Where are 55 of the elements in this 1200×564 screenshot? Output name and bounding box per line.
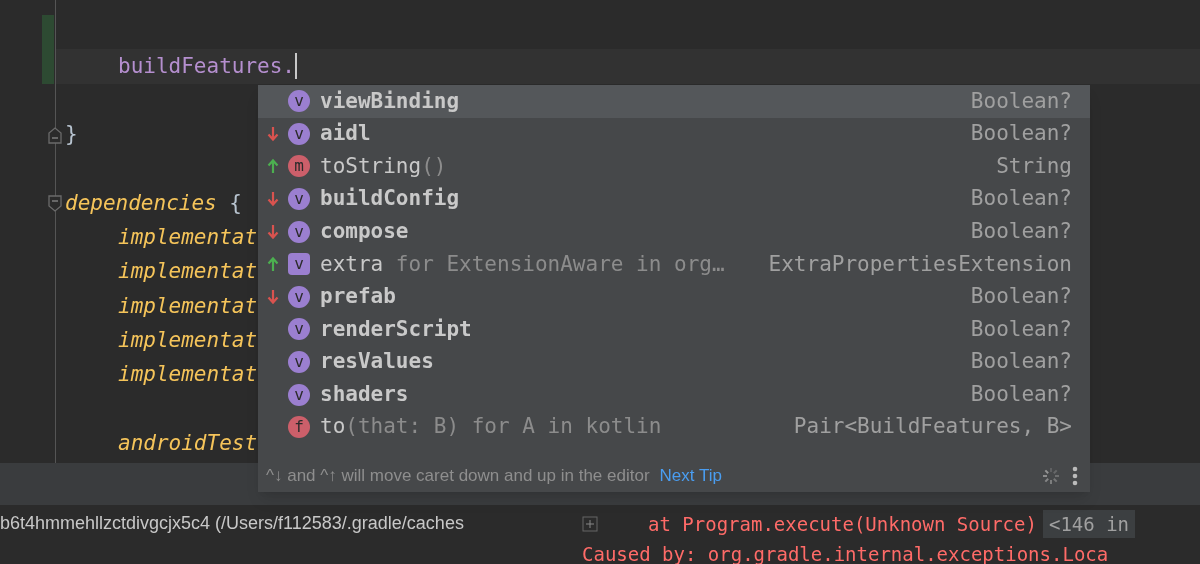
code-line: implementat	[117, 224, 258, 252]
code-line: implementat	[117, 361, 258, 389]
item-name: compose	[320, 217, 409, 245]
item-name: shaders	[320, 380, 409, 408]
expand-icon[interactable]	[582, 516, 598, 532]
code-line: dependencies {	[65, 189, 242, 217]
item-type: Boolean?	[970, 348, 1072, 376]
item-name: buildConfig	[320, 185, 460, 213]
item-type: ExtraPropertiesExtension	[768, 250, 1072, 278]
stack-trace-line: at Program.execute(Unknown Source)	[648, 511, 1037, 537]
item-type: Pair<BuildFeatures, B>	[793, 413, 1072, 441]
completion-item[interactable]: v buildConfig Boolean?	[258, 182, 1090, 216]
folded-lines[interactable]: <146 in	[1042, 509, 1135, 539]
code-line: implementat	[117, 292, 258, 320]
item-name: prefab	[320, 283, 396, 311]
fold-icon[interactable]	[48, 126, 62, 144]
completion-item[interactable]: v shaders Boolean?	[258, 378, 1090, 411]
completion-item[interactable]: v resValues Boolean?	[258, 345, 1090, 379]
completion-item[interactable]: f to(that: B) for A in kotlin Pair<BuildFeatures, B>	[258, 410, 1090, 444]
item-name: toString()	[320, 152, 447, 180]
completion-item[interactable]: v renderScript Boolean?	[258, 313, 1090, 346]
item-name: viewBinding	[320, 87, 460, 115]
code-line: }	[65, 121, 78, 149]
item-name: to(that: B) for A in kotlin	[320, 413, 662, 441]
completion-item[interactable]: v extra for ExtensionAware in org… ExtraPropertiesExtension	[258, 247, 1090, 281]
item-type: Boolean?	[970, 217, 1072, 245]
property-square-icon: v	[288, 253, 310, 276]
code-line: buildFeatures.	[117, 52, 295, 80]
build-path: b6t4hmmehllzctdivgcjx5c4 (/Users/f112583/.gradle/caches	[0, 513, 464, 533]
text-caret	[295, 53, 297, 80]
completion-item[interactable]: v aidl Boolean?	[258, 117, 1090, 151]
item-type: String	[996, 152, 1072, 180]
completion-item[interactable]: m toString() String	[258, 150, 1090, 183]
item-name: aidl	[320, 120, 371, 148]
item-type: Boolean?	[970, 315, 1072, 343]
completion-item[interactable]: v compose Boolean?	[258, 215, 1090, 248]
item-name: extra for ExtensionAware in org…	[320, 250, 725, 278]
item-name: resValues	[320, 348, 434, 376]
item-type: Boolean?	[970, 283, 1072, 311]
item-type: Boolean?	[970, 380, 1072, 408]
code-line: implementat	[117, 327, 258, 355]
item-name: renderScript	[320, 315, 472, 343]
fold-icon[interactable]	[48, 195, 62, 213]
next-tip-link[interactable]: Next Tip	[659, 463, 722, 489]
code-line: androidTest	[117, 429, 258, 457]
more-options-icon[interactable]	[1072, 466, 1078, 486]
completion-item[interactable]: v prefab Boolean?	[258, 280, 1090, 314]
stack-trace-line: Caused by: org.gradle.internal.exceptions.Loca	[582, 541, 1109, 564]
hint-text: ^↓ and ^↑ will move caret down and up in the editor	[266, 465, 650, 488]
completion-item[interactable]: v viewBinding Boolean?	[258, 85, 1090, 118]
item-type: Boolean?	[970, 120, 1072, 148]
item-type: Boolean?	[970, 185, 1072, 213]
item-type: Boolean?	[970, 87, 1072, 115]
spinner-icon	[1040, 465, 1062, 487]
code-line: implementat	[117, 258, 258, 286]
